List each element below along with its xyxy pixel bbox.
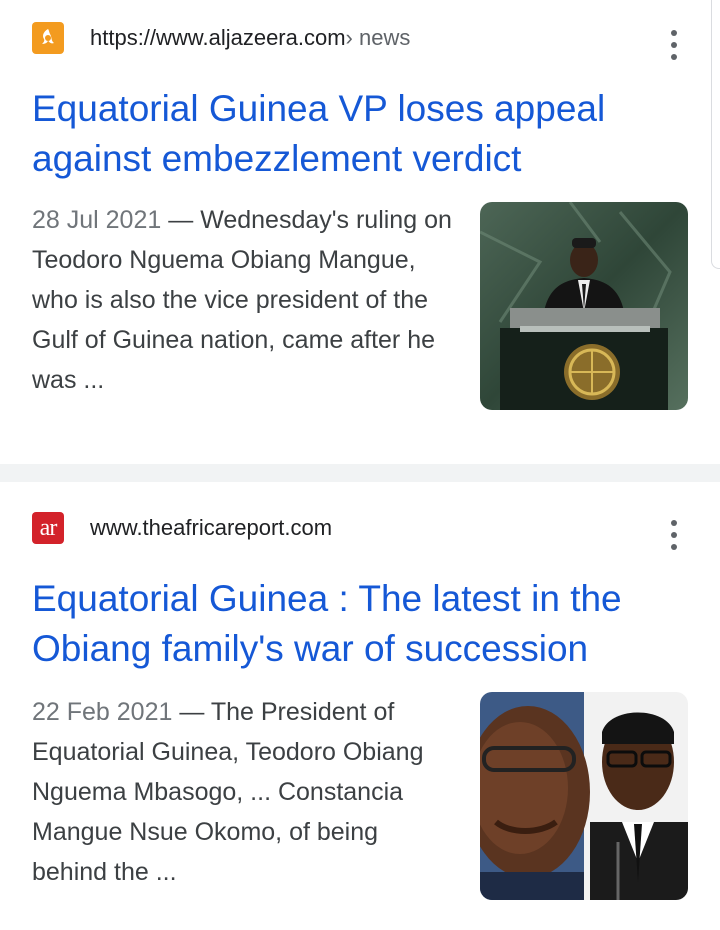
snippet-separator: —	[172, 698, 211, 726]
result-source[interactable]: https://www.aljazeera.com › news	[32, 18, 410, 58]
podium-speaker-image[interactable]	[480, 202, 688, 410]
scrollbar[interactable]	[711, 0, 720, 269]
snippet-text: The President of Equatorial Guinea, Teod…	[32, 698, 424, 886]
result-title-link[interactable]: Equatorial Guinea : The latest in the Ob…	[32, 574, 692, 674]
africareport-favicon-icon: ar	[32, 512, 64, 544]
result-breadcrumb: › news	[345, 25, 411, 50]
two-portraits-image[interactable]	[480, 692, 688, 900]
snippet-separator: —	[161, 206, 201, 234]
result-date: 28 Jul 2021	[32, 206, 162, 234]
result-title-link[interactable]: Equatorial Guinea VP loses appeal agains…	[32, 84, 692, 184]
snippet-text: Wednesday's ruling on Teodoro Nguema Obi…	[32, 206, 452, 394]
result-date: 22 Feb 2021	[32, 698, 173, 726]
search-result-card: ar www.theafricareport.com Equatorial Gu…	[0, 482, 720, 930]
result-snippet: 22 Feb 2021 — The President of Equatoria…	[32, 692, 452, 892]
result-url: https://www.aljazeera.com	[90, 25, 346, 50]
result-url: www.theafricareport.com	[90, 515, 333, 540]
search-result-card: https://www.aljazeera.com › news Equator…	[0, 0, 720, 464]
result-source[interactable]: ar www.theafricareport.com	[32, 508, 332, 548]
more-options-icon[interactable]	[664, 520, 684, 550]
aljazeera-favicon-icon	[32, 22, 64, 54]
result-snippet: 28 Jul 2021 — Wednesday's ruling on Teod…	[32, 200, 452, 400]
more-options-icon[interactable]	[664, 30, 684, 60]
